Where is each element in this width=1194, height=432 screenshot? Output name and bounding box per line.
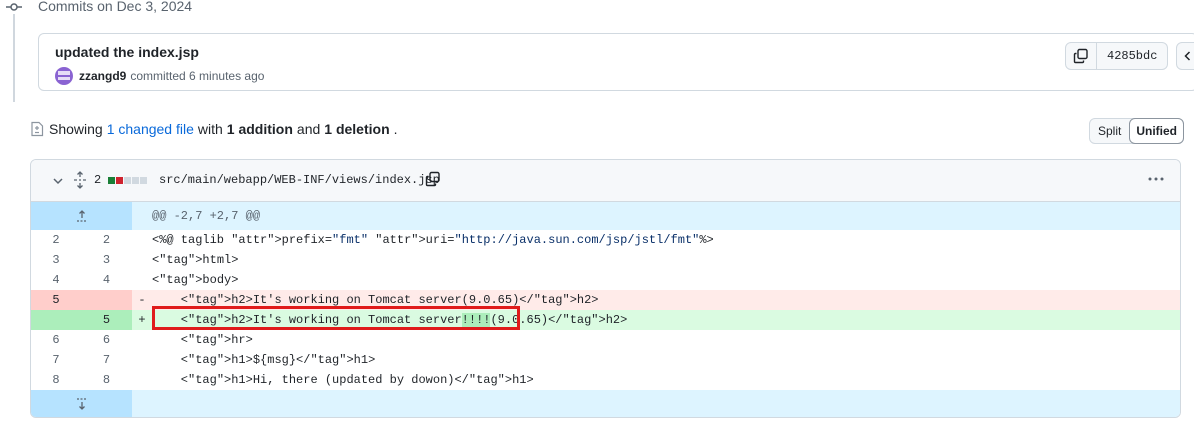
old-line-number[interactable]: 7 <box>31 350 81 370</box>
hunk-header: @@ -2,7 +2,7 @@ <box>132 202 1180 230</box>
old-line-number[interactable] <box>31 310 81 330</box>
copy-icon <box>1073 48 1088 64</box>
diff-code: <"tag">h1>Hi, there (updated by dowon)</… <box>152 370 1180 390</box>
file-diff: 2 src/main/webapp/WEB-INF/views/index.js… <box>30 159 1181 418</box>
diff-line-ctx: 88 <"tag">h1>Hi, there (updated by dowon… <box>31 370 1180 390</box>
commit-action: committed <box>130 69 186 83</box>
file-header: 2 src/main/webapp/WEB-INF/views/index.js… <box>31 160 1180 202</box>
diff-line-ctx: 3 3 <"tag">html> <box>31 250 1180 270</box>
diff-sign <box>132 370 152 390</box>
summary-deletions: 1 deletion <box>324 121 390 137</box>
diff-sign: - <box>132 290 152 310</box>
expand-down-button[interactable] <box>31 390 132 417</box>
diff-line-ctx: 77 <"tag">h1>${msg}</"tag">h1> <box>31 350 1180 370</box>
old-line-number[interactable]: 3 <box>31 250 81 270</box>
fold-up-icon <box>76 210 87 222</box>
git-commit-icon <box>6 0 22 14</box>
chevron-down-icon[interactable] <box>50 173 66 194</box>
summary-with: with <box>197 121 223 137</box>
hunk-header-row: @@ -2,7 +2,7 @@ <box>31 202 1180 230</box>
diff-sign: + <box>132 310 152 330</box>
commit-time: 6 minutes ago <box>189 69 265 83</box>
summary-prefix: Showing <box>49 121 103 137</box>
timeline-date-heading: Commits on Dec 3, 2024 <box>38 0 193 14</box>
kebab-horizontal-icon[interactable] <box>1147 171 1165 192</box>
fold-down-icon <box>76 398 87 410</box>
old-line-number[interactable]: 4 <box>31 270 81 290</box>
diff-sign <box>132 250 152 270</box>
diff-line-ctx: 4 4 <"tag">body> <box>31 270 1180 290</box>
unified-view-button[interactable]: Unified <box>1129 118 1185 144</box>
old-line-number[interactable]: 6 <box>31 330 81 350</box>
commit-actions: 4285bdc <box>1065 42 1194 70</box>
browse-repo-button[interactable] <box>1176 42 1194 70</box>
old-line-number[interactable]: 5 <box>31 290 81 310</box>
hunk-footer-row <box>31 390 1180 417</box>
commit-meta: zzangd9 committed 6 minutes ago <box>55 67 264 85</box>
diff-code: <"tag">h2>It's working on Tomcat server(… <box>152 290 1180 310</box>
code-icon <box>1184 51 1191 61</box>
copy-path-button[interactable] <box>425 171 441 192</box>
diff-line-ctx: 66 <"tag">hr> <box>31 330 1180 350</box>
copy-sha-button[interactable] <box>1065 42 1097 70</box>
hunk-footer <box>132 390 1180 417</box>
file-diff-icon <box>31 121 44 137</box>
diff-lines: 2 2 <%@ taglib "attr">prefix="fmt" "attr">… <box>31 230 1180 390</box>
file-change-count: 2 <box>94 173 102 187</box>
old-line-number[interactable]: 8 <box>31 370 81 390</box>
diff-view-toggle: Split Unified <box>1089 118 1185 144</box>
summary-and: and <box>296 121 321 137</box>
new-line-number[interactable]: 8 <box>81 370 132 390</box>
diff-code: <%@ taglib "attr">prefix="fmt" "attr">ur… <box>152 230 1180 250</box>
diff-code: <"tag">h2>It's working on Tomcat server!… <box>152 310 1180 330</box>
file-path-link[interactable]: src/main/webapp/WEB-INF/views/index.jsp <box>159 173 440 187</box>
copy-icon <box>425 171 440 187</box>
avatar[interactable] <box>55 67 73 85</box>
timeline-line <box>13 14 15 102</box>
diff-code: <"tag">html> <box>152 250 1180 270</box>
new-line-number[interactable] <box>81 290 132 310</box>
new-line-number[interactable]: 5 <box>81 310 132 330</box>
summary-suffix: . <box>393 121 398 137</box>
diff-line-del: 5 - <"tag">h2>It's working on Tomcat serv… <box>31 290 1180 310</box>
commit-author-link[interactable]: zzangd9 <box>79 69 126 83</box>
diff-summary: Showing 1 changed file with 1 addition a… <box>30 121 398 137</box>
new-line-number[interactable]: 2 <box>81 230 132 250</box>
new-line-number[interactable]: 3 <box>81 250 132 270</box>
diff-code: <"tag">body> <box>152 270 1180 290</box>
expand-up-button[interactable] <box>31 202 132 230</box>
commit-title-link[interactable]: updated the index.jsp <box>55 44 199 60</box>
diff-sign <box>132 350 152 370</box>
unfold-icon[interactable] <box>72 171 88 194</box>
diff-line-ctx: 2 2 <%@ taglib "attr">prefix="fmt" "attr">… <box>31 230 1180 250</box>
diff-sign <box>132 330 152 350</box>
diff-code: <"tag">hr> <box>152 330 1180 350</box>
new-line-number[interactable]: 7 <box>81 350 132 370</box>
changed-files-link[interactable]: 1 changed file <box>107 121 194 137</box>
commit-card: updated the index.jsp zzangd9 committed … <box>38 33 1194 91</box>
diffstat-blocks <box>108 177 148 184</box>
diff-code: <"tag">h1>${msg}</"tag">h1> <box>152 350 1180 370</box>
old-line-number[interactable]: 2 <box>31 230 81 250</box>
diff-sign <box>132 230 152 250</box>
new-line-number[interactable]: 6 <box>81 330 132 350</box>
summary-additions: 1 addition <box>226 121 293 137</box>
diff-line-add: 5 + <"tag">h2>It's working on Tomcat serv… <box>31 310 1180 330</box>
commit-sha-button[interactable]: 4285bdc <box>1097 42 1169 70</box>
diff-sign <box>132 270 152 290</box>
split-view-button[interactable]: Split <box>1090 119 1129 143</box>
new-line-number[interactable]: 4 <box>81 270 132 290</box>
